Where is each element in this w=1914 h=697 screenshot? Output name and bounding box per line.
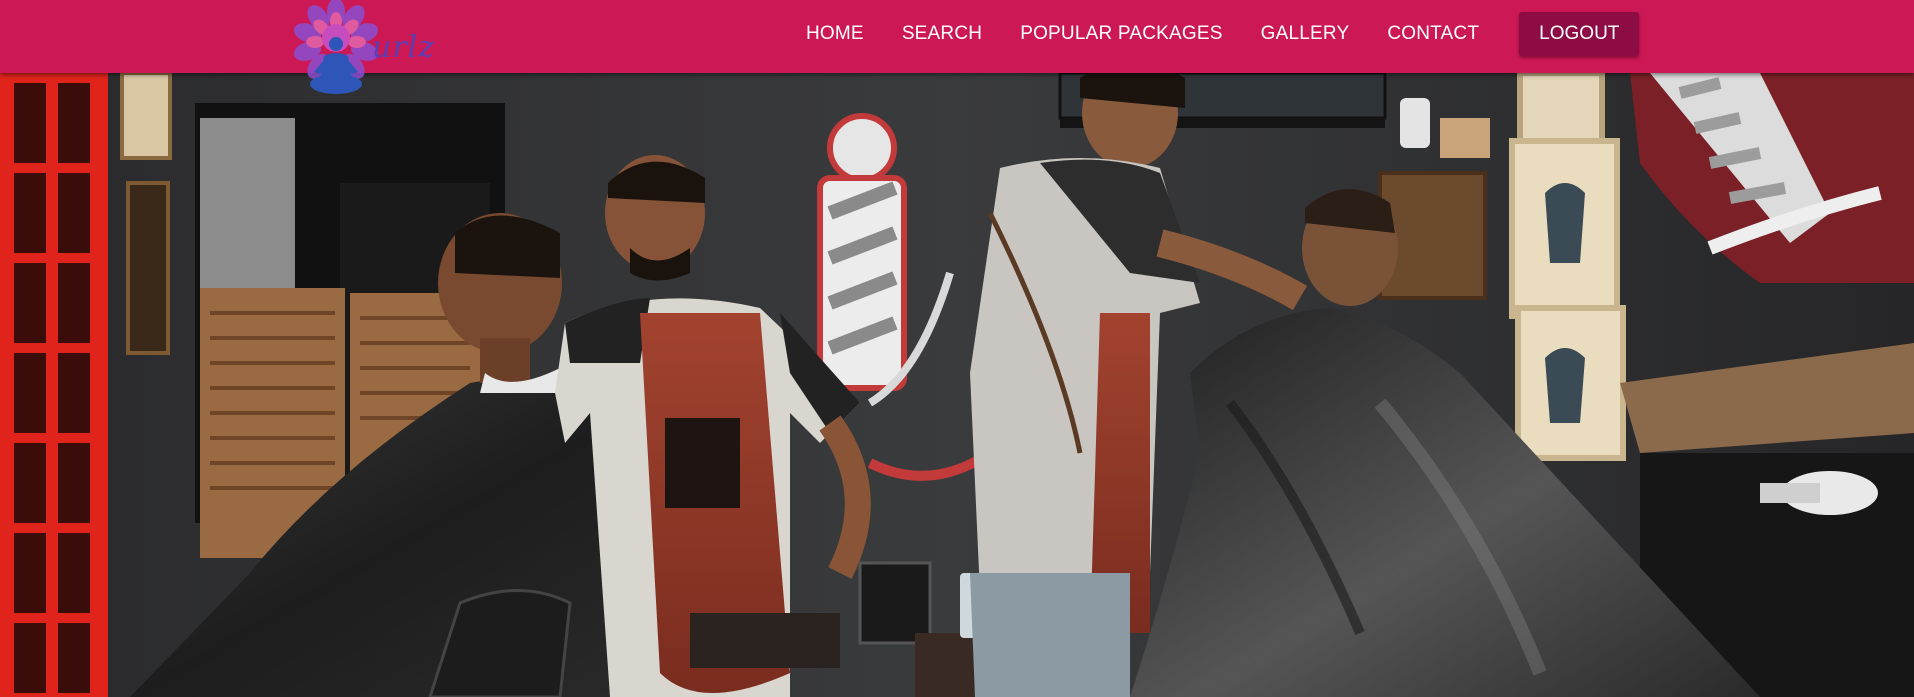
nav-home-link[interactable]: HOME [806, 23, 864, 45]
logout-button[interactable]: LOGOUT [1519, 12, 1640, 56]
nav-menu: HOME SEARCH POPULAR PACKAGES GALLERY CON… [806, 0, 1640, 68]
page: HOME SEARCH POPULAR PACKAGES GALLERY CON… [0, 0, 1914, 697]
nav-search-link[interactable]: SEARCH [902, 23, 982, 45]
hero-image [0, 73, 1914, 697]
nav-popular-packages-link[interactable]: POPULAR PACKAGES [1020, 23, 1222, 45]
site-logo[interactable]: urlz [288, 0, 478, 100]
barbershop-photo [0, 73, 1914, 697]
nav-contact-link[interactable]: CONTACT [1387, 23, 1479, 45]
nav-gallery-link[interactable]: GALLERY [1261, 23, 1350, 45]
logo-text: urlz [372, 30, 436, 65]
